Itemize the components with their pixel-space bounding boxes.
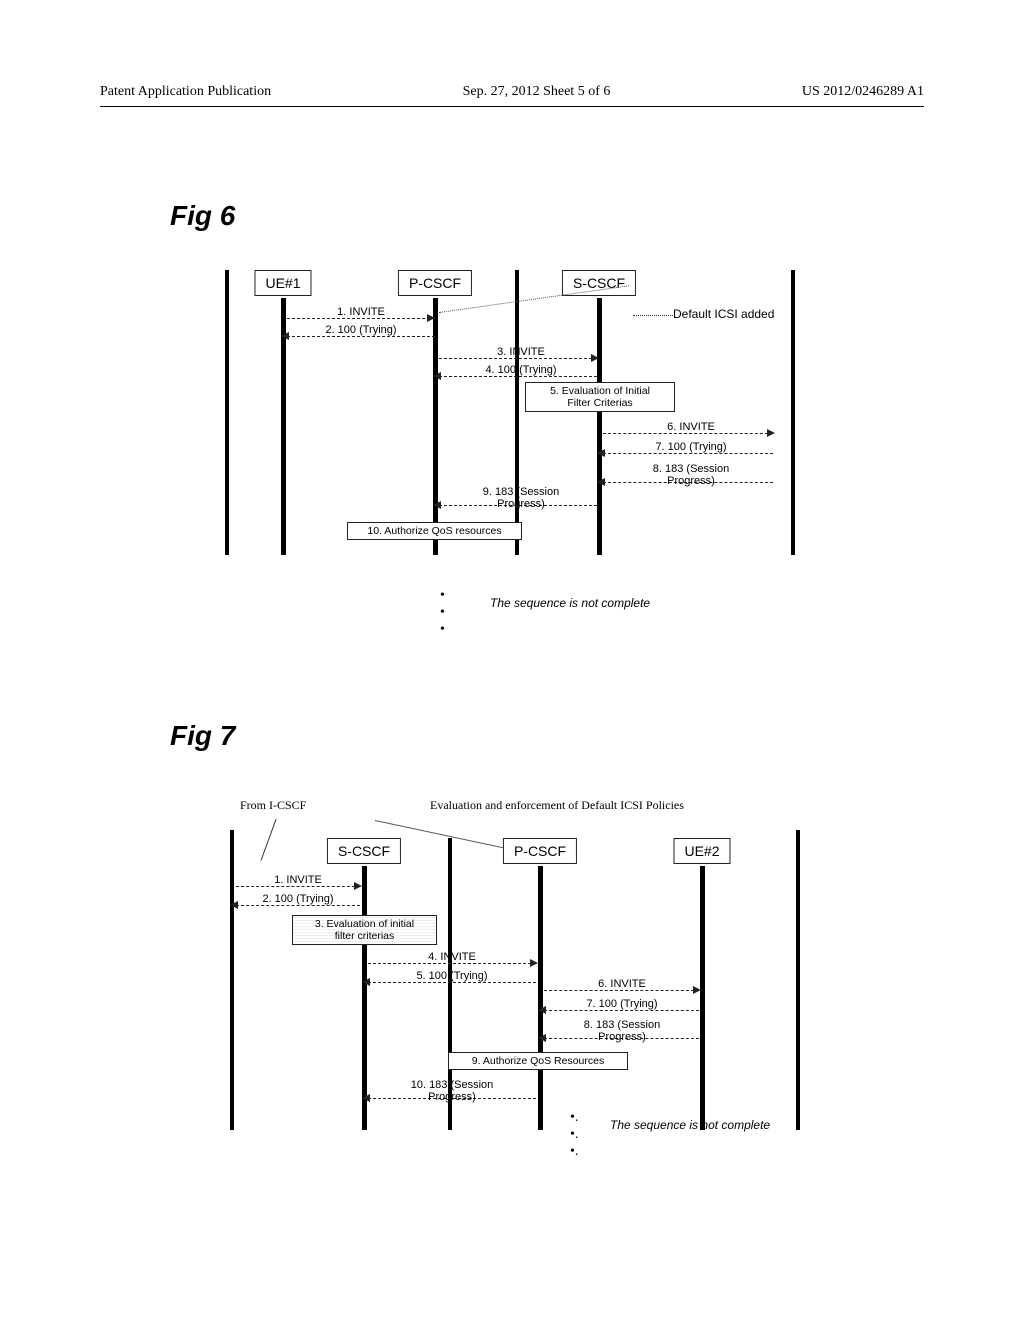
fig7-actor-scscf: S-CSCF <box>327 838 401 864</box>
fig7-m7-line <box>544 1010 699 1011</box>
fig7-lifeline-pcscf <box>538 866 543 1130</box>
fig7-m4-line <box>368 963 536 964</box>
fig6-divider <box>515 270 519 555</box>
fig6-m3-line <box>439 358 597 359</box>
fig6-m1-line <box>287 318 435 319</box>
fig7-m5: 5. 100 (Trying) <box>416 970 487 982</box>
fig7-m10-arrow <box>362 1094 370 1102</box>
fig6-dots: • • • <box>440 588 445 638</box>
fig7-m2: 2. 100 (Trying) <box>262 893 333 905</box>
fig6-actor-ue1: UE#1 <box>254 270 311 296</box>
fig7-note9: 9. Authorize QoS Resources <box>448 1052 628 1070</box>
header-left: Patent Application Publication <box>100 84 271 100</box>
fig7-m1: 1. INVITE <box>274 874 322 886</box>
fig6-actor-pcscf: P-CSCF <box>398 270 472 296</box>
fig6-note10: 10. Authorize QoS resources <box>347 522 522 540</box>
fig6-side-note: Default ICSI added <box>673 307 774 321</box>
fig7-actor-pcscf: P-CSCF <box>503 838 577 864</box>
fig6-m2-arrow <box>281 332 289 340</box>
fig6-m3-arrow <box>591 354 599 362</box>
fig7-m2-line <box>236 905 360 906</box>
fig7-m1-line <box>236 886 360 887</box>
fig6-frame-left <box>225 270 229 555</box>
fig6-m8-arrow <box>597 478 605 486</box>
fig6-m6-line <box>603 433 773 434</box>
fig7-m4: 4. INVITE <box>428 951 476 963</box>
fig6-m1: 1. INVITE <box>337 306 385 318</box>
fig6-lifeline-scscf <box>597 298 602 555</box>
fig7-lifeline-scscf <box>362 866 367 1130</box>
fig7-m1-arrow <box>354 882 362 890</box>
header-right: US 2012/0246289 A1 <box>802 84 924 100</box>
fig7-m10: 10. 183 (Session Progress) <box>411 1079 494 1103</box>
header-center: Sep. 27, 2012 Sheet 5 of 6 <box>463 84 611 100</box>
fig6-m9-arrow <box>433 501 441 509</box>
fig6-m7-arrow <box>597 449 605 457</box>
fig6-m4-arrow <box>433 372 441 380</box>
fig6-m7: 7. 100 (Trying) <box>655 441 726 453</box>
fig7-m7: 7. 100 (Trying) <box>586 998 657 1010</box>
fig6-m6: 6. INVITE <box>667 421 715 433</box>
fig6-m3: 3. INVITE <box>497 346 545 358</box>
fig7-frame-left <box>230 830 234 1130</box>
fig7-m7-arrow <box>538 1006 546 1014</box>
fig6-note5: 5. Evaluation of Initial Filter Criteria… <box>525 382 675 412</box>
fig6-m1-arrow <box>427 314 435 322</box>
fig6-m4: 4. 100 (Trying) <box>485 364 556 376</box>
fig6-m9: 9. 183 (Session Progress) <box>483 486 559 510</box>
fig7-m4-arrow <box>530 959 538 967</box>
header-rule <box>100 106 924 107</box>
fig7-topright-note: Evaluation and enforcement of Default IC… <box>430 798 684 813</box>
fig7-m6: 6. INVITE <box>598 978 646 990</box>
fig7-dots: •. •. •. <box>570 1110 578 1160</box>
fig7-m5-arrow <box>362 978 370 986</box>
fig6-label: Fig 6 <box>170 200 235 232</box>
fig7-m6-line <box>544 990 699 991</box>
fig6-m2: 2. 100 (Trying) <box>325 324 396 336</box>
fig6-m7-line <box>603 453 773 454</box>
page-header: Patent Application Publication Sep. 27, … <box>100 84 924 100</box>
fig7-frame-right <box>796 830 800 1130</box>
fig7-m8: 8. 183 (Session Progress) <box>584 1019 660 1043</box>
fig7-diagram: S-CSCF P-CSCF UE#2 1. INVITE 2. 100 (Try… <box>230 830 800 1160</box>
fig7-incomplete: The sequence is not complete <box>610 1118 770 1132</box>
fig6-m8: 8. 183 (Session Progress) <box>653 463 729 487</box>
fig7-m6-arrow <box>693 986 701 994</box>
fig6-m6-arrow <box>767 429 775 437</box>
fig6-frame-right <box>791 270 795 555</box>
fig6-m2-line <box>287 336 435 337</box>
fig7-m2-arrow <box>230 901 238 909</box>
fig6-diagram: UE#1 P-CSCF S-CSCF Default ICSI added 1.… <box>225 270 795 590</box>
fig7-lifeline-ue2 <box>700 866 705 1130</box>
fig6-m4-line <box>439 376 597 377</box>
fig7-actor-ue2: UE#2 <box>673 838 730 864</box>
fig7-leader-left <box>261 819 278 861</box>
fig7-topleft-note: From I-CSCF <box>240 798 306 813</box>
fig7-m5-line <box>368 982 536 983</box>
fig7-m8-arrow <box>538 1034 546 1042</box>
fig6-incomplete: The sequence is not complete <box>490 596 650 610</box>
fig7-note3: 3. Evaluation of initial filter criteria… <box>292 915 437 945</box>
fig7-label: Fig 7 <box>170 720 235 752</box>
